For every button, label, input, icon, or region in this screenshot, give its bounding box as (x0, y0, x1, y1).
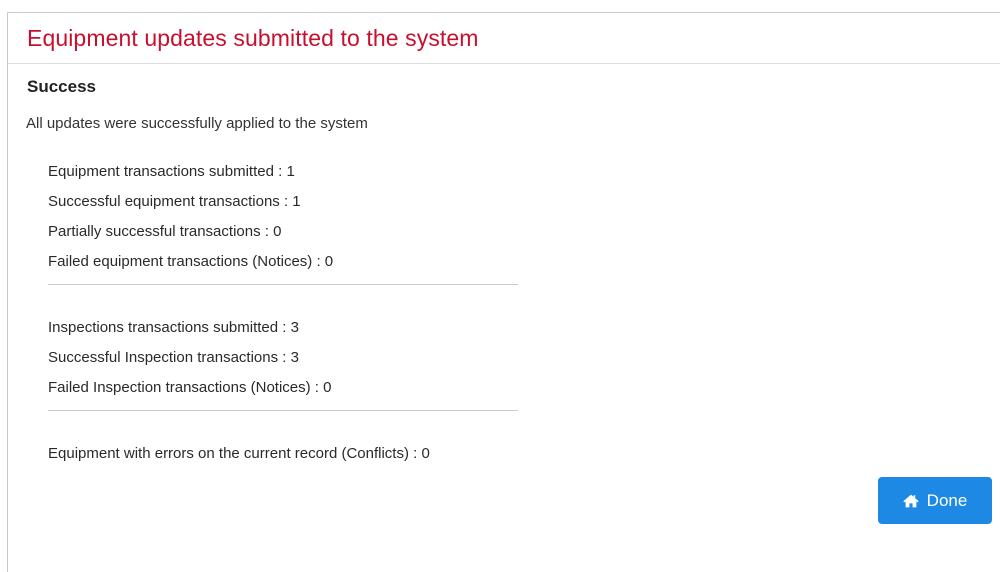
stats-divider (48, 284, 518, 285)
equipment-failed-stat: Failed equipment transactions (Notices) … (48, 253, 334, 270)
home-icon (902, 494, 919, 508)
done-button[interactable]: Done (878, 477, 992, 524)
inspections-failed-stat: Failed Inspection transactions (Notices)… (48, 379, 332, 396)
done-button-label: Done (926, 490, 968, 510)
status-heading: Success (27, 77, 96, 96)
conflict-stats-group: Equipment with errors on the current rec… (48, 444, 518, 464)
equipment-submitted-stat: Equipment transactions submitted : 1 (48, 163, 295, 180)
equipment-stats-group: Equipment transactions submitted : 1 Suc… (48, 162, 518, 272)
page-title: Equipment updates submitted to the syste… (27, 25, 479, 51)
submission-results-panel: Equipment updates submitted to the syste… (7, 12, 1000, 572)
transaction-summary: Equipment transactions submitted : 1 Suc… (48, 162, 518, 474)
equipment-partial-stat: Partially successful transactions : 0 (48, 223, 282, 240)
stats-divider (48, 410, 518, 411)
status-message: All updates were successfully applied to… (26, 115, 368, 132)
inspections-submitted-stat: Inspections transactions submitted : 3 (48, 319, 299, 336)
conflicts-stat: Equipment with errors on the current rec… (48, 445, 430, 462)
title-divider (8, 63, 1000, 64)
inspections-successful-stat: Successful Inspection transactions : 3 (48, 349, 299, 366)
equipment-successful-stat: Successful equipment transactions : 1 (48, 193, 301, 210)
inspection-stats-group: Inspections transactions submitted : 3 S… (48, 318, 518, 398)
